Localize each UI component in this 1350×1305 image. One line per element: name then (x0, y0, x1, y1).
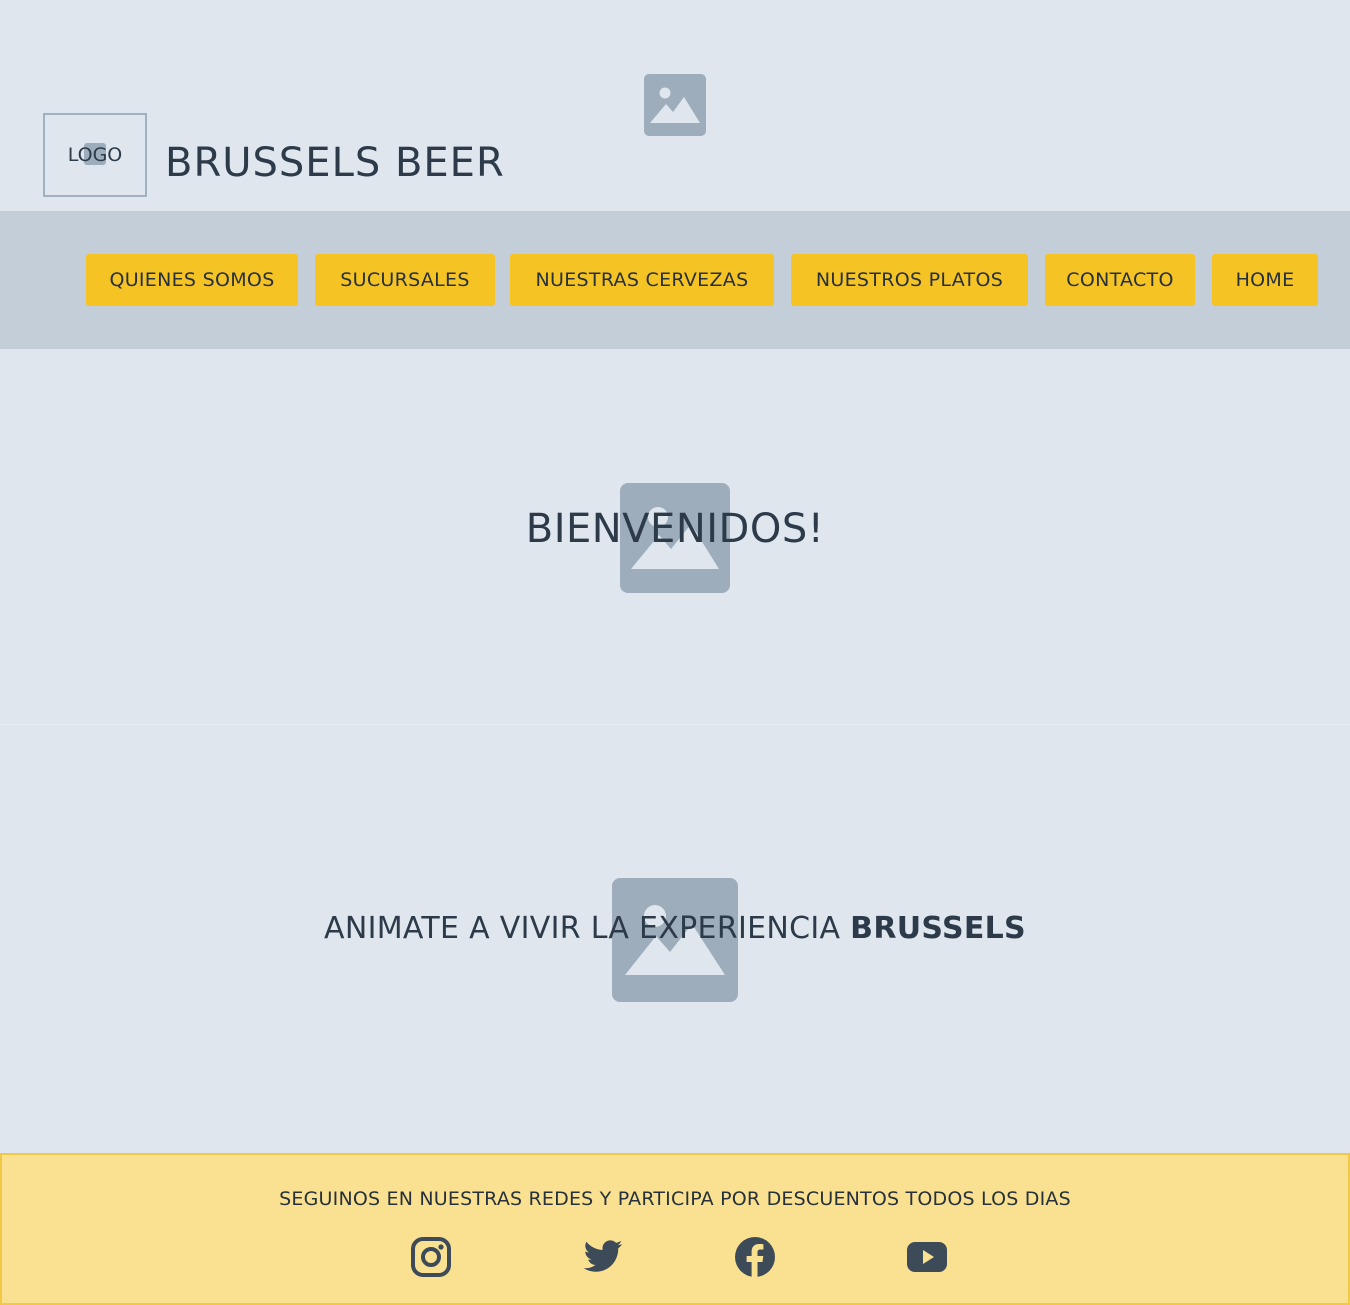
logo-label: LOGO (67, 144, 123, 166)
nav-item-nuestras-cervezas[interactable]: NUESTRAS CERVEZAS (510, 254, 774, 306)
hero-section: BIENVENIDOS! (0, 349, 1350, 724)
youtube-icon[interactable] (906, 1236, 948, 1278)
promo-section: ANIMATE A VIVIR LA EXPERIENCIA BRUSSELS (0, 725, 1350, 1153)
nav-item-quienes-somos[interactable]: QUIENES SOMOS (86, 254, 298, 306)
brand-title: BRUSSELS BEER (165, 140, 505, 186)
site-header: LOGO BRUSSELS BEER (0, 0, 1350, 211)
instagram-icon[interactable] (410, 1236, 452, 1278)
logo[interactable]: LOGO (43, 113, 147, 197)
nav-item-nuestros-platos[interactable]: NUESTROS PLATOS (791, 254, 1028, 306)
hero-title: BIENVENIDOS! (525, 506, 825, 552)
promo-text-prefix: ANIMATE A VIVIR LA EXPERIENCIA (324, 911, 851, 946)
nav-item-home[interactable]: HOME (1212, 254, 1318, 306)
footer-text: SEGUINOS EN NUESTRAS REDES Y PARTICIPA P… (279, 1188, 1071, 1210)
image-placeholder-icon (644, 74, 706, 136)
facebook-icon[interactable] (734, 1236, 776, 1278)
nav-item-sucursales[interactable]: SUCURSALES (315, 254, 495, 306)
promo-text: ANIMATE A VIVIR LA EXPERIENCIA BRUSSELS (0, 911, 1350, 946)
twitter-icon[interactable] (582, 1236, 624, 1278)
site-footer: SEGUINOS EN NUESTRAS REDES Y PARTICIPA P… (0, 1153, 1350, 1305)
promo-text-bold: BRUSSELS (850, 911, 1026, 946)
nav-item-contacto[interactable]: CONTACTO (1045, 254, 1195, 306)
main-nav: QUIENES SOMOS SUCURSALES NUESTRAS CERVEZ… (0, 211, 1350, 349)
